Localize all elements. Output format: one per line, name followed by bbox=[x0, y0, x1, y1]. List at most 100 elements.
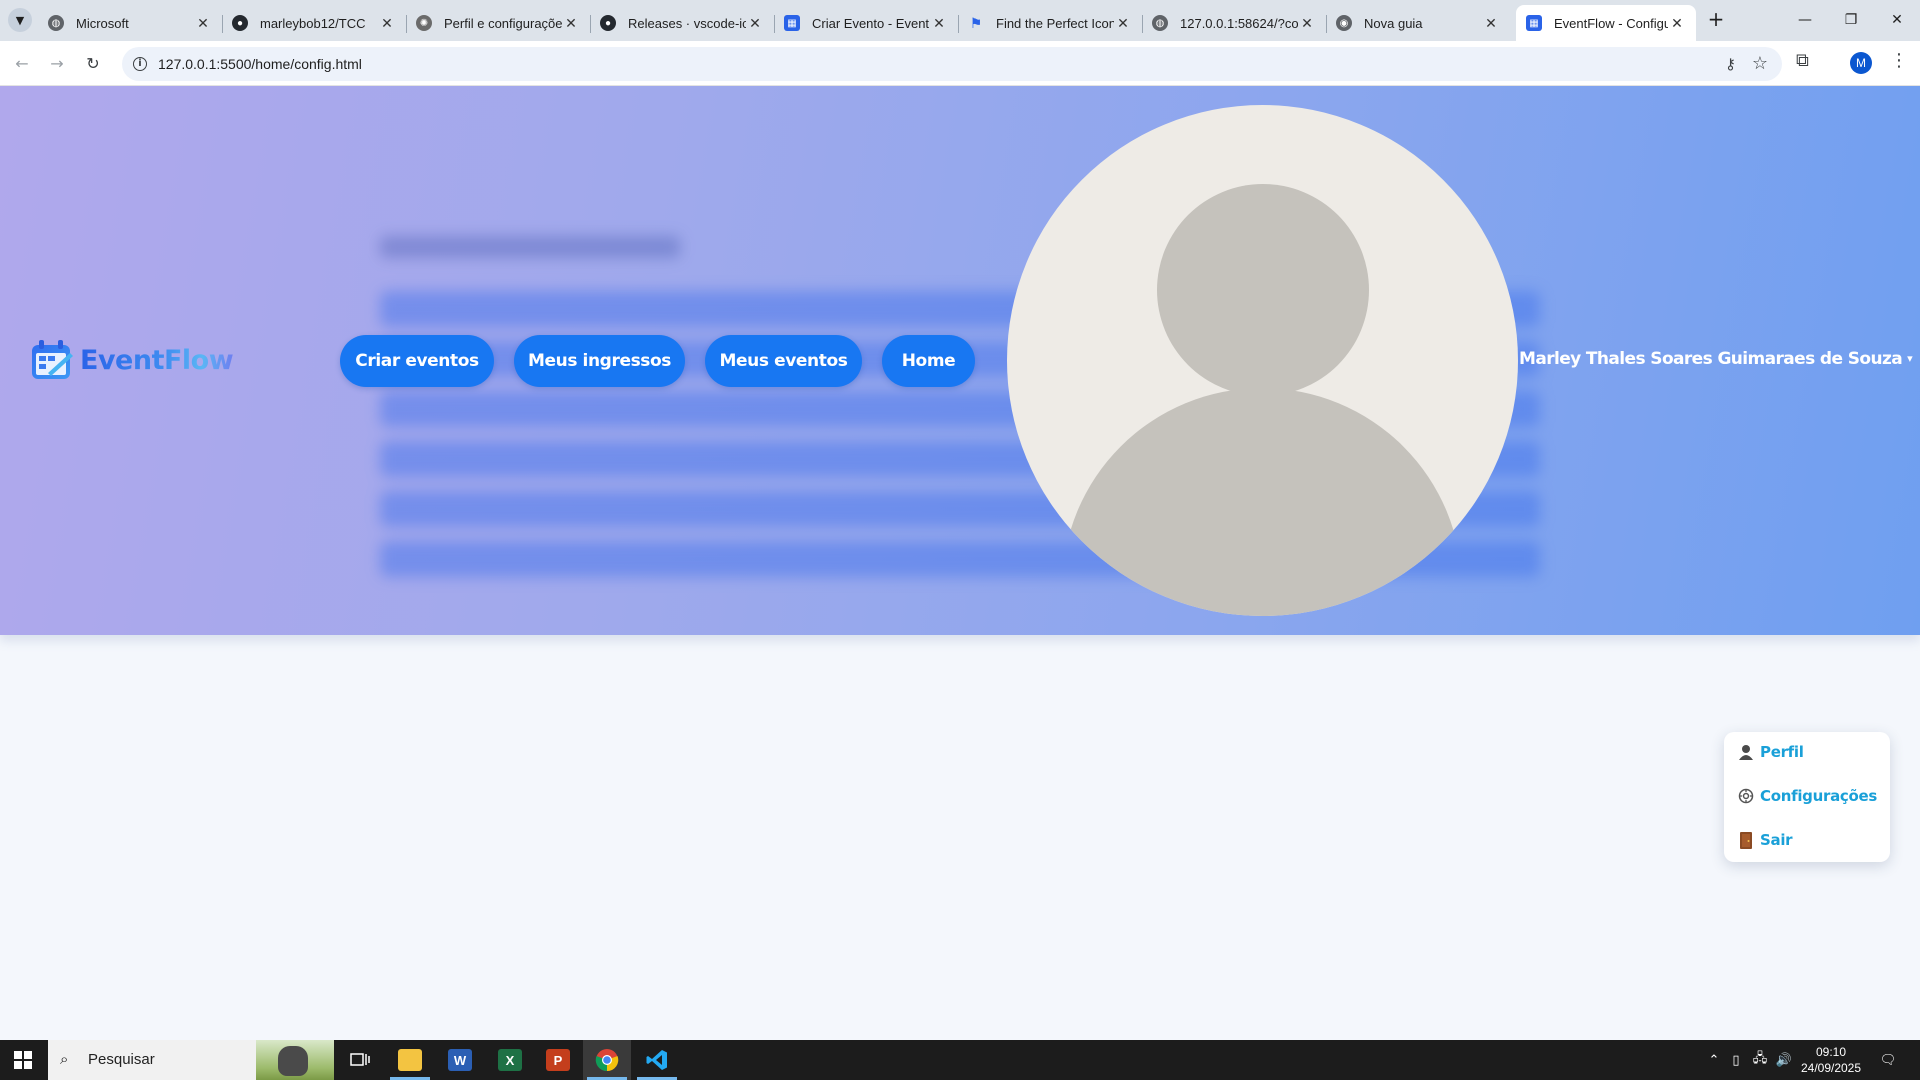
browser-tab[interactable]: ✺ Perfil e configurações ✕ bbox=[406, 5, 591, 41]
close-icon[interactable]: ✕ bbox=[1298, 15, 1316, 32]
page-viewport: EventFlow Criar eventos Meus ingressos M… bbox=[0, 86, 1920, 1040]
tab-title: Nova guia bbox=[1364, 15, 1423, 31]
plus-icon: + bbox=[1707, 7, 1725, 31]
file-explorer-button[interactable] bbox=[386, 1040, 434, 1080]
close-icon[interactable]: ✕ bbox=[562, 15, 580, 32]
calendar-logo-icon bbox=[32, 340, 73, 379]
password-key-icon[interactable]: ⚷ bbox=[1725, 55, 1736, 73]
user-dropdown-menu: Perfil Configurações Sair bbox=[1724, 732, 1890, 862]
tab-title: EventFlow - Configurações bbox=[1554, 15, 1668, 31]
word-button[interactable]: W bbox=[436, 1040, 484, 1080]
notifications-button[interactable]: 🗨 bbox=[1872, 1040, 1904, 1080]
github-icon: ● bbox=[600, 15, 616, 31]
clock-date: 24/09/2025 bbox=[1800, 1061, 1862, 1075]
chrome-button[interactable] bbox=[583, 1040, 631, 1080]
network-icon[interactable]: 🖧 bbox=[1748, 1049, 1772, 1071]
browser-tab[interactable]: ◍ Microsoft ✕ bbox=[38, 5, 223, 41]
browser-tab[interactable]: ◍ 127.0.0.1:58624/?code= ✕ bbox=[1142, 5, 1327, 41]
caret-down-icon: ▾ bbox=[1907, 352, 1913, 365]
windows-taskbar: ⌕ Pesquisar W X P ⌃ ▯ 🖧 🔊 09:10 24/09/20… bbox=[0, 1040, 1920, 1080]
clock-time: 09:10 bbox=[1815, 1045, 1847, 1059]
menu-item-sair[interactable]: Sair bbox=[1738, 831, 1793, 849]
arrow-left-icon: ← bbox=[15, 54, 29, 73]
menu-item-label: Configurações bbox=[1760, 787, 1877, 805]
close-icon[interactable]: ✕ bbox=[1668, 15, 1686, 32]
close-icon[interactable]: ✕ bbox=[194, 15, 212, 32]
search-highlight-image bbox=[256, 1040, 334, 1080]
nav-criar-eventos-button[interactable]: Criar eventos bbox=[340, 335, 494, 387]
globe-icon: ◍ bbox=[1152, 15, 1168, 31]
minimize-button[interactable]: — bbox=[1782, 4, 1828, 36]
eventflow-icon: ▦ bbox=[1526, 15, 1542, 31]
browser-tab[interactable]: ▦ Criar Evento - EventFlow ✕ bbox=[774, 5, 959, 41]
tab-title: 127.0.0.1:58624/?code= bbox=[1180, 15, 1298, 31]
browser-tab[interactable]: ● Releases · vscode-icons ✕ bbox=[590, 5, 775, 41]
profile-avatar[interactable]: M bbox=[1850, 52, 1872, 74]
globe-icon: ◍ bbox=[48, 15, 64, 31]
search-icon: ⌕ bbox=[60, 1050, 69, 1068]
bookmark-star-icon[interactable]: ☆ bbox=[1752, 53, 1768, 74]
browser-toolbar: ← → ↻ i 127.0.0.1:5500/home/config.html … bbox=[0, 41, 1920, 86]
openai-icon: ✺ bbox=[416, 15, 432, 31]
reload-button[interactable]: ↻ bbox=[79, 50, 107, 78]
more-menu-icon[interactable]: ⋮ bbox=[1890, 50, 1908, 71]
close-window-button[interactable]: ✕ bbox=[1874, 4, 1920, 36]
menu-item-label: Perfil bbox=[1760, 743, 1804, 761]
excel-button[interactable]: X bbox=[486, 1040, 534, 1080]
chrome-icon bbox=[595, 1049, 619, 1072]
windows-logo-icon bbox=[14, 1051, 32, 1069]
start-button[interactable] bbox=[0, 1040, 46, 1080]
close-icon[interactable]: ✕ bbox=[1482, 15, 1500, 32]
close-icon[interactable]: ✕ bbox=[378, 15, 396, 32]
user-menu-toggle[interactable]: Marley Thales Soares Guimaraes de Souza ▾ bbox=[1519, 349, 1913, 369]
profile-avatar-image[interactable] bbox=[1007, 105, 1518, 616]
nav-meus-ingressos-button[interactable]: Meus ingressos bbox=[514, 335, 685, 387]
task-view-icon bbox=[350, 1053, 370, 1066]
site-info-icon[interactable]: i bbox=[133, 57, 147, 71]
clock[interactable]: 09:10 24/09/2025 bbox=[1796, 1044, 1866, 1076]
menu-item-label: Sair bbox=[1760, 831, 1793, 849]
menu-item-configuracoes[interactable]: Configurações bbox=[1738, 787, 1877, 805]
minimize-icon: — bbox=[1798, 12, 1812, 28]
close-icon[interactable]: ✕ bbox=[1114, 15, 1132, 32]
gear-icon bbox=[1738, 788, 1754, 804]
usb-icon[interactable]: ▯ bbox=[1724, 1053, 1748, 1068]
nav-home-button[interactable]: Home bbox=[882, 335, 975, 387]
powerpoint-icon: P bbox=[546, 1049, 570, 1071]
close-icon[interactable]: ✕ bbox=[930, 15, 948, 32]
powerpoint-button[interactable]: P bbox=[534, 1040, 582, 1080]
url-text[interactable]: 127.0.0.1:5500/home/config.html bbox=[158, 56, 362, 72]
new-tab-button[interactable]: + bbox=[1704, 8, 1728, 32]
chevron-down-icon: ▼ bbox=[15, 13, 25, 27]
menu-item-perfil[interactable]: Perfil bbox=[1738, 743, 1804, 761]
back-button[interactable]: ← bbox=[8, 50, 36, 78]
browser-tab[interactable]: ● marleybob12/TCC ✕ bbox=[222, 5, 407, 41]
forward-button[interactable]: → bbox=[43, 50, 71, 78]
nav-meus-eventos-button[interactable]: Meus eventos bbox=[705, 335, 862, 387]
close-icon[interactable]: ✕ bbox=[746, 15, 764, 32]
search-placeholder: Pesquisar bbox=[88, 1051, 155, 1068]
avatar-head-shape bbox=[1157, 184, 1369, 396]
tab-title: Criar Evento - EventFlow bbox=[812, 15, 930, 31]
notification-icon: 🗨 bbox=[1879, 1052, 1897, 1068]
task-view-button[interactable] bbox=[336, 1040, 384, 1080]
browser-tab[interactable]: ⚑ Find the Perfect Icon ✕ bbox=[958, 5, 1143, 41]
extensions-puzzle-icon[interactable]: ⧉ bbox=[1796, 50, 1809, 71]
tab-strip: ▼ ◍ Microsoft ✕ ● marleybob12/TCC ✕ ✺ Pe… bbox=[0, 0, 1920, 41]
vscode-icon bbox=[646, 1050, 667, 1070]
tab-title: Microsoft bbox=[76, 15, 129, 31]
taskbar-search[interactable]: ⌕ Pesquisar bbox=[48, 1040, 334, 1080]
chevron-up-icon[interactable]: ⌃ bbox=[1704, 1053, 1724, 1068]
tab-search-button[interactable]: ▼ bbox=[8, 8, 32, 32]
vscode-button[interactable] bbox=[633, 1040, 681, 1080]
flag-icon: ⚑ bbox=[969, 14, 983, 31]
user-icon bbox=[1738, 744, 1754, 760]
address-bar[interactable]: i 127.0.0.1:5500/home/config.html ⚷ ☆ bbox=[122, 47, 1782, 81]
restore-button[interactable]: ❐ bbox=[1828, 4, 1874, 36]
browser-tab-active[interactable]: ▦ EventFlow - Configurações ✕ bbox=[1516, 5, 1696, 41]
browser-tab[interactable]: ◉ Nova guia ✕ bbox=[1326, 5, 1510, 41]
eventflow-logo[interactable]: EventFlow bbox=[30, 339, 234, 381]
tab-title: Find the Perfect Icon bbox=[996, 15, 1114, 31]
header-bar: EventFlow Criar eventos Meus ingressos M… bbox=[0, 86, 1920, 635]
volume-icon[interactable]: 🔊 bbox=[1772, 1053, 1796, 1068]
